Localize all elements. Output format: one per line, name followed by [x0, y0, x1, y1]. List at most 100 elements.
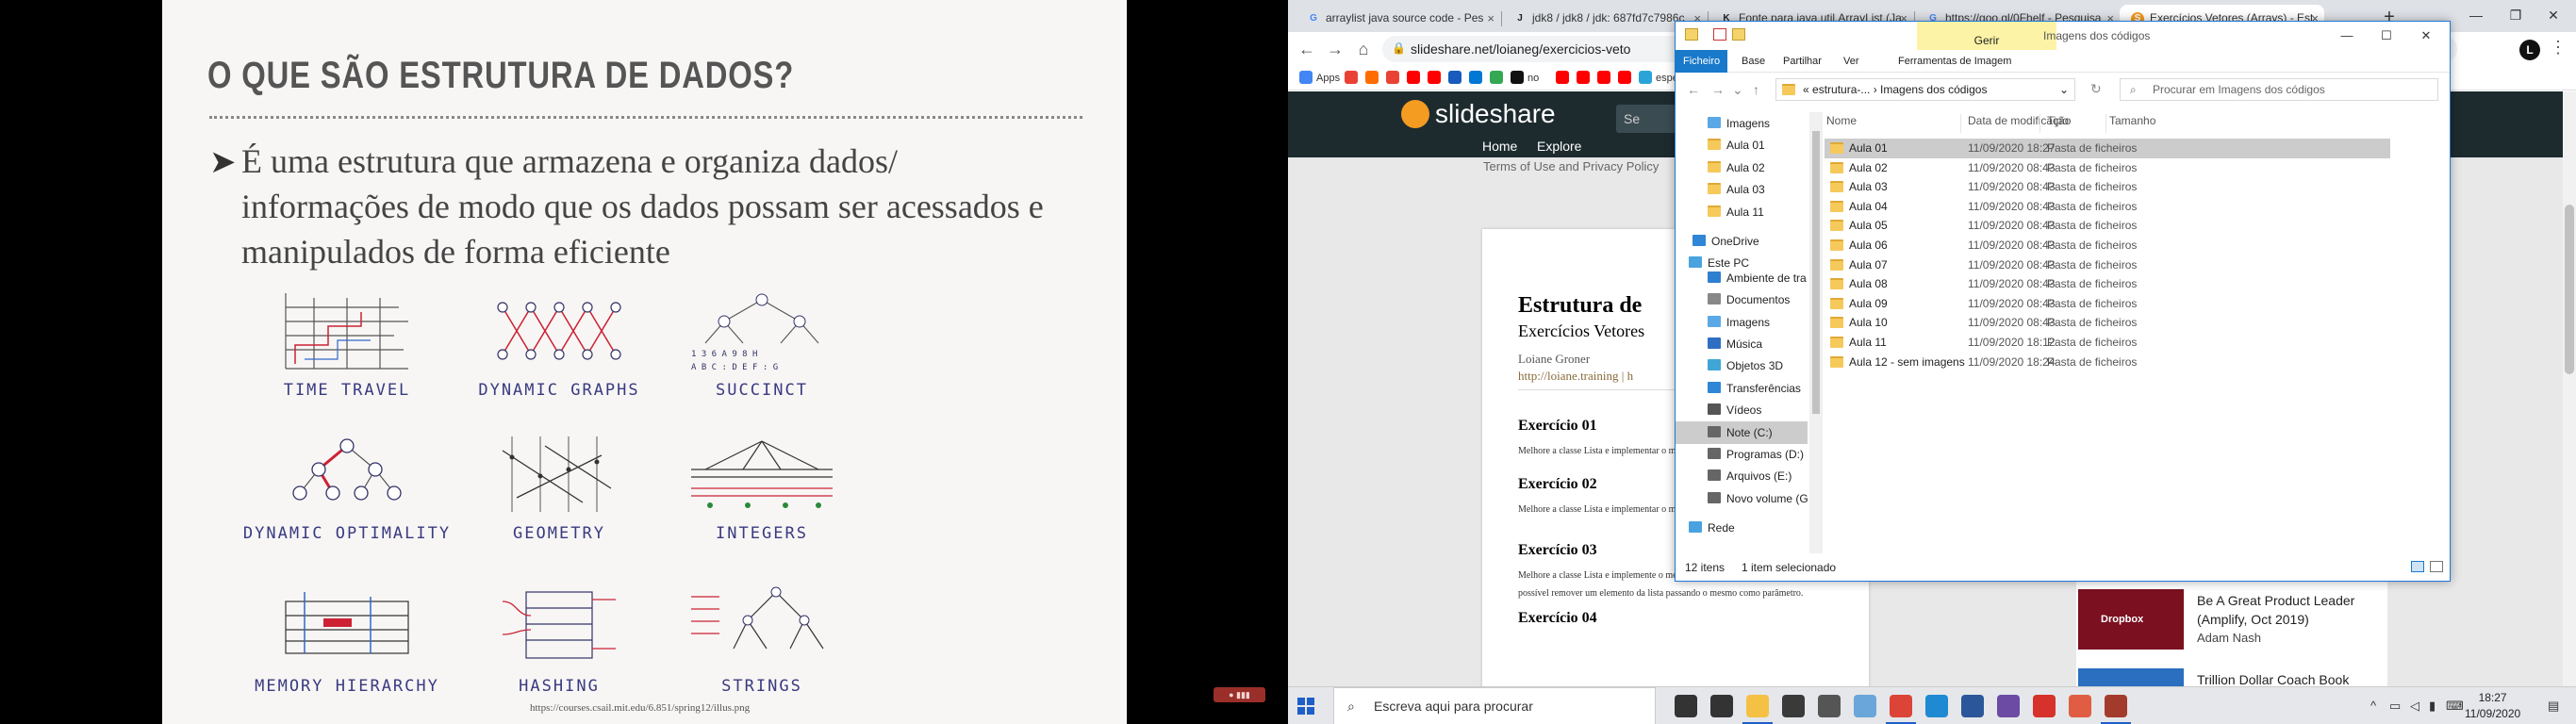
git-icon[interactable] [2069, 695, 2091, 717]
file-row[interactable]: Aula 04 11/09/2020 08:43 Pasta de ficheiro… [1825, 197, 2390, 217]
nav-item[interactable]: Note (C:) [1676, 420, 1808, 444]
column-header-name[interactable]: Nome [1826, 114, 1857, 127]
restore-icon[interactable]: ❐ [2497, 4, 2535, 26]
bookmark-item[interactable] [1448, 71, 1465, 86]
recent-locations-icon[interactable]: ⌄ [1732, 82, 1743, 98]
file-row[interactable]: Aula 12 - sem imagens 11/09/2020 18:24 Pas… [1825, 353, 2390, 372]
word-icon[interactable] [1961, 695, 1984, 717]
nav-item[interactable]: Imagens [1676, 311, 1808, 334]
ribbon-tab-view[interactable]: Ver [1836, 50, 1867, 73]
large-icons-view-icon[interactable] [2430, 561, 2443, 572]
file-explorer-icon[interactable] [1742, 695, 1773, 724]
calculator-icon[interactable] [1818, 695, 1841, 717]
folder-icon[interactable] [1685, 28, 1698, 41]
ribbon-context-manage[interactable]: Gerir [1917, 22, 2056, 50]
bookmark-item[interactable]: no [1511, 71, 1539, 86]
ribbon-tab-file[interactable]: Ficheiro [1676, 50, 1728, 73]
vscode-icon[interactable] [1925, 695, 1948, 717]
properties-icon[interactable] [1713, 28, 1726, 41]
minimize-icon[interactable]: — [2457, 4, 2495, 26]
battery-icon[interactable]: ▮ [2429, 699, 2436, 714]
nav-item[interactable]: Aula 11 [1676, 201, 1808, 223]
cortana-icon[interactable] [1675, 695, 1697, 717]
close-window-icon[interactable]: ✕ [2535, 4, 2572, 26]
nav-item[interactable]: Programas (D:) [1676, 443, 1808, 466]
related-item[interactable]: Trillion Dollar Coach Book [2076, 668, 2387, 686]
bookmark-item[interactable]: Apps [1299, 71, 1340, 86]
file-row[interactable]: Aula 05 11/09/2020 08:43 Pasta de ficheiro… [1825, 216, 2390, 236]
start-button[interactable] [1297, 698, 1314, 715]
acrobat-icon[interactable] [2033, 695, 2056, 717]
close-tab-icon[interactable]: × [1487, 5, 1494, 32]
recording-indicator[interactable]: ● ▮▮▮ [1214, 687, 1265, 702]
explorer-2-icon[interactable] [1854, 695, 1876, 717]
nav-item[interactable]: Objetos 3D [1676, 354, 1808, 377]
network-icon[interactable]: ▭ [2389, 699, 2401, 714]
file-row[interactable]: Aula 09 11/09/2020 08:43 Pasta de ficheiro… [1825, 294, 2390, 314]
forward-icon[interactable]: → [1324, 38, 1346, 60]
browser-tab[interactable]: G arraylist java source code - Pes × [1296, 5, 1500, 32]
menu-icon[interactable]: ⋮ [2550, 38, 2567, 58]
slideshare-search[interactable]: Se [1616, 105, 1676, 133]
bookmark-item[interactable] [1597, 71, 1614, 86]
nav-item[interactable]: Música [1676, 333, 1808, 355]
nav-item[interactable]: Novo volume (G [1676, 487, 1808, 510]
forward-icon[interactable]: → [1711, 82, 1725, 97]
nav-pane-scrollbar[interactable] [1809, 112, 1823, 553]
nav-item[interactable]: Arquivos (E:) [1676, 465, 1808, 487]
nav-item[interactable]: Aula 01 [1676, 134, 1808, 156]
store-icon[interactable] [1782, 695, 1805, 717]
bookmark-item[interactable] [1577, 71, 1593, 86]
nav-item[interactable]: Vídeos [1676, 399, 1808, 421]
explorer-path-bar[interactable]: « estrutura-... › Imagens dos códigos ⌄ [1775, 78, 2075, 101]
bookmark-item[interactable] [1428, 71, 1445, 86]
page-scrollbar[interactable] [2563, 91, 2576, 686]
column-header-size[interactable]: Tamanho [2109, 114, 2155, 127]
ribbon-tab-image-tools[interactable]: Ferramentas de Imagem [1891, 50, 2019, 73]
related-title[interactable]: Be A Great Product Leader (Amplify, Oct … [2197, 591, 2386, 629]
file-row[interactable]: Aula 03 11/09/2020 08:43 Pasta de ficheiro… [1825, 177, 2390, 197]
bookmark-item[interactable] [1490, 71, 1507, 86]
bookmark-item[interactable] [1618, 71, 1635, 86]
bookmark-item[interactable] [1469, 71, 1486, 86]
maximize-icon[interactable]: ☐ [2368, 25, 2405, 46]
related-thumbnail[interactable] [2078, 668, 2184, 686]
file-row[interactable]: Aula 01 11/09/2020 18:27 Pasta de ficheiro… [1825, 139, 2390, 158]
back-icon[interactable]: ← [1687, 82, 1700, 97]
file-row[interactable]: Aula 07 11/09/2020 08:43 Pasta de ficheiro… [1825, 255, 2390, 275]
file-row[interactable]: Aula 11 11/09/2020 18:12 Pasta de ficheiro… [1825, 333, 2390, 353]
bookmark-item[interactable] [1345, 71, 1362, 86]
notifications-icon[interactable]: ▤ [2548, 699, 2559, 714]
bookmark-item[interactable]: espe [1639, 71, 1678, 86]
tray-chevron-icon[interactable]: ^ [2370, 699, 2376, 713]
nav-item[interactable]: Rede [1676, 517, 1808, 539]
column-header-type[interactable]: Tipo [2047, 114, 2069, 127]
nav-explore-link[interactable]: Explore [1537, 139, 1581, 154]
taskbar-clock[interactable]: 18:27 11/09/2020 [2465, 690, 2520, 722]
refresh-icon[interactable]: ↻ [2090, 81, 2102, 97]
chrome-icon[interactable] [1886, 695, 1916, 724]
document-link[interactable]: http://loiane.training | h [1518, 369, 1633, 384]
nav-item[interactable]: Aula 03 [1676, 178, 1808, 201]
profile-avatar[interactable]: L [2519, 40, 2540, 60]
bookmark-item[interactable] [1386, 71, 1403, 86]
path-dropdown-icon[interactable]: ⌄ [2059, 79, 2069, 100]
close-window-icon[interactable]: ✕ [2407, 25, 2445, 46]
slides-viewer-icon[interactable] [2101, 695, 2131, 724]
nav-item[interactable]: Imagens [1676, 112, 1808, 135]
language-icon[interactable]: ⌨ [2446, 699, 2464, 714]
volume-icon[interactable]: ◁ [2410, 699, 2419, 714]
related-title[interactable]: Trillion Dollar Coach Book [2197, 670, 2386, 686]
nav-item[interactable]: Aula 02 [1676, 156, 1808, 179]
url-text[interactable]: slideshare.net/loianeg/exercicios-veto [1411, 41, 1630, 57]
back-icon[interactable]: ← [1296, 38, 1318, 60]
related-item[interactable]: Dropbox Be A Great Product Leader (Ampli… [2076, 589, 2387, 655]
nav-item[interactable]: OneDrive [1676, 230, 1808, 253]
obs-icon[interactable] [1997, 695, 2020, 717]
nav-home-link[interactable]: Home [1482, 139, 1517, 154]
up-icon[interactable]: ↑ [1753, 82, 1759, 97]
details-view-icon[interactable] [2411, 561, 2424, 572]
file-row[interactable]: Aula 06 11/09/2020 08:43 Pasta de ficheiro… [1825, 236, 2390, 255]
file-row[interactable]: Aula 08 11/09/2020 08:43 Pasta de ficheiro… [1825, 274, 2390, 294]
bookmark-item[interactable] [1365, 71, 1382, 86]
